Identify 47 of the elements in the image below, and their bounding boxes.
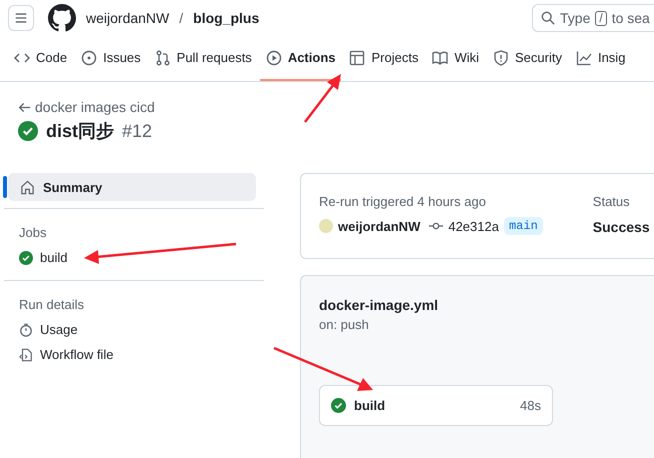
pull-request-icon: [154, 50, 171, 66]
stopwatch-icon: [19, 322, 33, 336]
annotation-arrow: [304, 74, 341, 123]
job-card[interactable]: build 48s: [319, 385, 553, 426]
graph-icon: [576, 50, 592, 66]
nav-tab[interactable]: Insig: [570, 36, 632, 81]
branch-label[interactable]: main: [504, 217, 543, 235]
commit-hash[interactable]: 42e312a: [448, 218, 499, 234]
trigger-text: Re-run triggered 4 hours ago: [319, 194, 487, 209]
actor-name: weijordanNW: [338, 218, 420, 234]
run-title: dist同步: [46, 120, 114, 143]
search-field[interactable]: Type / to sea: [532, 4, 654, 32]
job-link[interactable]: build: [19, 250, 68, 265]
search-icon: [541, 11, 555, 25]
workflow-filename: docker-image.yml: [319, 297, 440, 313]
status-label: Status: [592, 194, 631, 209]
sidebar-link[interactable]: Workflow file: [19, 347, 114, 362]
nav-tab[interactable]: Issues: [75, 36, 147, 81]
book-icon: [432, 50, 448, 66]
run-number: #12: [122, 120, 152, 142]
nav-tab[interactable]: Projects: [343, 36, 424, 81]
play-icon: [266, 50, 282, 66]
menu-button[interactable]: [8, 5, 34, 31]
circle-dot-icon: [81, 50, 98, 66]
workflow-trigger: on: push: [319, 317, 370, 332]
nav-tab[interactable]: Security: [487, 36, 568, 81]
repo-link[interactable]: blog_plus: [193, 10, 260, 26]
table-icon: [349, 50, 366, 66]
path-separator: /: [179, 10, 184, 26]
owner-link[interactable]: weijordanNW: [86, 10, 170, 26]
arrow-left-icon: [18, 100, 31, 114]
avatar-icon: [319, 219, 333, 233]
sidebar-link[interactable]: Usage: [19, 322, 78, 337]
file-code-icon: [19, 348, 33, 362]
active-indicator: [3, 176, 7, 198]
home-icon: [20, 180, 35, 194]
shield-icon: [493, 50, 509, 66]
octocat-logo-icon[interactable]: [48, 4, 76, 32]
status-value: Success: [592, 219, 650, 235]
section-heading: Run details: [18, 296, 86, 312]
menu-icon: [14, 11, 28, 25]
nav-tab[interactable]: Code: [8, 36, 74, 81]
section-heading: Jobs: [18, 224, 48, 240]
nav-tab[interactable]: Wiki: [426, 36, 485, 81]
shortcut-key: /: [595, 10, 607, 26]
nav-tab[interactable]: Pull requests: [148, 36, 258, 81]
back-link[interactable]: docker images cicd: [18, 99, 155, 115]
